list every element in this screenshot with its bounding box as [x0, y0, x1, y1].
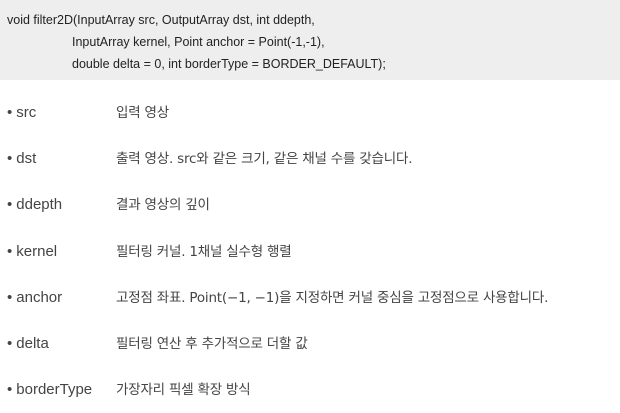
bullet: •: [7, 288, 13, 306]
parameter-description: 고정점 좌표. Point(−1, −1)을 지정하면 커널 중심을 고정점으로…: [116, 289, 549, 306]
parameter-description: 입력 영상: [116, 105, 169, 121]
parameter-name: • anchor: [7, 275, 62, 321]
parameter-row-src: • src 입력 영상: [0, 90, 620, 136]
signature-line: InputArray kernel, Point anchor = Point(…: [72, 35, 325, 49]
parameter-row-ddepth: • ddepth 결과 영상의 깊이: [0, 182, 620, 228]
signature-line: double delta = 0, int borderType = BORDE…: [72, 57, 386, 71]
parameter-name-text: anchor: [16, 288, 63, 306]
parameter-name-text: kernel: [16, 242, 58, 260]
parameter-name-text: src: [16, 104, 37, 121]
parameter-name: • dst: [7, 136, 36, 182]
bullet: •: [7, 381, 13, 399]
parameter-name-text: delta: [16, 334, 49, 352]
parameter-name: • delta: [7, 321, 49, 367]
parameter-row-delta: • delta 필터링 연산 후 추가적으로 더할 값: [0, 321, 620, 367]
parameter-description: 필터링 연산 후 추가적으로 더할 값: [116, 335, 308, 352]
parameter-name-text: dst: [16, 150, 37, 168]
bullet: •: [7, 196, 13, 214]
parameter-name-text: borderType: [16, 381, 93, 399]
bullet: •: [7, 242, 13, 260]
parameter-row-bordertype: • borderType 가장자리 픽셀 확장 방식: [0, 367, 620, 413]
bullet: •: [7, 334, 13, 352]
parameter-description: 결과 영상의 깊이: [116, 197, 210, 214]
parameter-name-text: ddepth: [16, 196, 63, 214]
bullet: •: [7, 104, 13, 121]
parameter-description: 가장자리 픽셀 확장 방식: [116, 382, 251, 399]
bullet: •: [7, 150, 13, 168]
function-signature-code-block: void filter2D(InputArray src, OutputArra…: [0, 0, 620, 80]
parameter-list: • src 입력 영상 • dst 출력 영상. src와 같은 크기, 같은 채널…: [0, 90, 620, 413]
parameter-name: • borderType: [7, 367, 92, 413]
parameter-row-dst: • dst 출력 영상. src와 같은 크기, 같은 채널 수를 갖습니다.: [0, 136, 620, 182]
parameter-name: • src: [7, 90, 36, 136]
parameter-description: 출력 영상. src와 같은 크기, 같은 채널 수를 갖습니다.: [116, 151, 413, 168]
parameter-name: • kernel: [7, 229, 57, 275]
signature-line: void filter2D(InputArray src, OutputArra…: [7, 13, 315, 27]
parameter-row-anchor: • anchor 고정점 좌표. Point(−1, −1)을 지정하면 커널 중…: [0, 275, 620, 321]
parameter-row-kernel: • kernel 필터링 커널. 1채널 실수형 행렬: [0, 229, 620, 275]
parameter-description: 필터링 커널. 1채널 실수형 행렬: [116, 243, 292, 260]
parameter-name: • ddepth: [7, 182, 62, 228]
